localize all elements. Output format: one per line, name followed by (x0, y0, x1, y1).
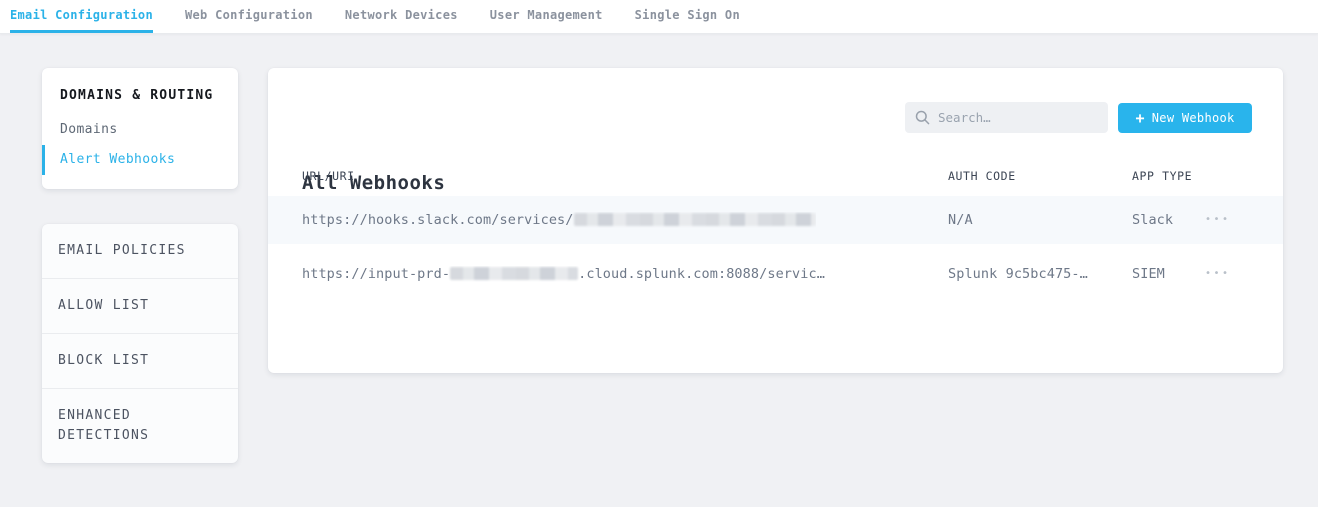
table-row: https://hooks.slack.com/services/ N/A Sl… (268, 196, 1283, 244)
column-header-url: URL/URI (302, 168, 355, 184)
sidebar-item-enhanced-detections[interactable]: ENHANCED DETECTIONS (42, 388, 238, 463)
redacted-url-segment (450, 267, 578, 280)
search-input[interactable] (938, 110, 1088, 125)
column-header-app-type: APP TYPE (1132, 168, 1192, 184)
webhook-auth-code: Splunk 9c5bc475-… (948, 266, 1088, 282)
plus-icon: + (1135, 111, 1144, 126)
top-nav: Email Configuration Web Configuration Ne… (0, 0, 1318, 34)
search-icon (915, 110, 930, 125)
sidebar-item-domains[interactable]: Domains (42, 115, 238, 145)
redacted-url-segment (574, 213, 816, 226)
webhooks-panel: All Webhooks + New Webhook URL/URI AUTH … (268, 68, 1283, 373)
webhooks-table-header: URL/URI AUTH CODE APP TYPE (268, 168, 1283, 184)
tab-web-configuration[interactable]: Web Configuration (185, 0, 313, 33)
column-header-auth-code: AUTH CODE (948, 168, 1016, 184)
tab-user-management[interactable]: User Management (490, 0, 603, 33)
row-menu-button[interactable]: ••• (1203, 265, 1233, 283)
new-webhook-button-label: New Webhook (1152, 111, 1235, 125)
sidebar-item-allow-list[interactable]: ALLOW LIST (42, 278, 238, 333)
webhook-url: https://hooks.slack.com/services/ (302, 212, 816, 228)
tab-network-devices[interactable]: Network Devices (345, 0, 458, 33)
sidebar-item-email-policies[interactable]: EMAIL POLICIES (42, 224, 238, 278)
new-webhook-button[interactable]: + New Webhook (1118, 103, 1252, 133)
tab-single-sign-on[interactable]: Single Sign On (635, 0, 740, 33)
search-box (905, 102, 1108, 133)
sidebar-item-block-list[interactable]: BLOCK LIST (42, 333, 238, 388)
sidebar-item-alert-webhooks[interactable]: Alert Webhooks (42, 145, 238, 175)
webhook-auth-code: N/A (948, 212, 973, 228)
webhook-app-type: SIEM (1132, 266, 1165, 282)
table-row: https://input-prd-.cloud.splunk.com:8088… (268, 244, 1283, 304)
domains-routing-heading: DOMAINS & ROUTING (42, 88, 238, 103)
webhook-app-type: Slack (1132, 212, 1173, 228)
domains-routing-card: DOMAINS & ROUTING Domains Alert Webhooks (42, 68, 238, 189)
row-menu-button[interactable]: ••• (1203, 211, 1233, 229)
webhook-url: https://input-prd-.cloud.splunk.com:8088… (302, 266, 825, 282)
tab-email-configuration[interactable]: Email Configuration (10, 0, 153, 33)
email-sections-card: EMAIL POLICIES ALLOW LIST BLOCK LIST ENH… (42, 224, 238, 463)
